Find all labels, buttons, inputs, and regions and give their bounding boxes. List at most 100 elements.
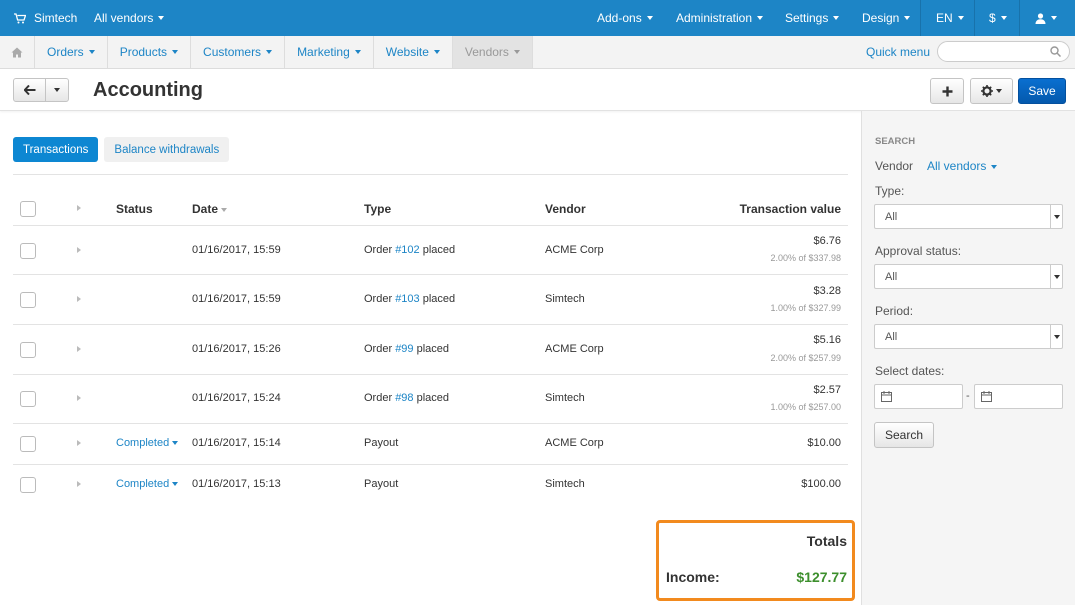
- menu-settings[interactable]: Settings: [785, 0, 840, 36]
- type-select[interactable]: All: [874, 204, 1063, 229]
- row-commission-detail: 2.00% of $257.99: [770, 353, 841, 363]
- search-button[interactable]: Search: [874, 422, 934, 448]
- status-dropdown[interactable]: Completed: [116, 478, 179, 490]
- divider: [13, 324, 848, 325]
- date-to-input[interactable]: [974, 384, 1063, 409]
- approval-status-select[interactable]: All: [874, 264, 1063, 289]
- column-header-date[interactable]: Date: [192, 202, 228, 216]
- chevron-down-icon: [172, 50, 179, 54]
- chevron-down-icon: [1000, 16, 1007, 20]
- nav-vendors[interactable]: Vendors: [452, 36, 533, 68]
- period-select[interactable]: All: [874, 324, 1063, 349]
- nav-orders[interactable]: Orders: [35, 36, 108, 68]
- divider: [13, 374, 848, 375]
- row-checkbox[interactable]: [20, 243, 36, 259]
- row-vendor: Simtech: [545, 392, 585, 404]
- tab-balance-withdrawals[interactable]: Balance withdrawals: [104, 137, 230, 162]
- expand-row-icon[interactable]: [77, 481, 81, 487]
- divider: [1019, 0, 1020, 36]
- chevron-down-icon: [991, 164, 998, 169]
- menu-language[interactable]: EN: [936, 0, 964, 36]
- vendor-selector-label: All vendors: [94, 11, 154, 25]
- nav-website[interactable]: Website: [374, 36, 453, 68]
- row-checkbox[interactable]: [20, 342, 36, 358]
- expand-row-icon[interactable]: [77, 395, 81, 401]
- status-dropdown[interactable]: Completed: [116, 437, 179, 449]
- row-value: $6.76: [813, 235, 841, 247]
- totals-title: Totals: [806, 533, 847, 549]
- divider: [13, 174, 848, 175]
- expand-row-icon[interactable]: [77, 296, 81, 302]
- column-header-date-label: Date: [192, 202, 219, 216]
- row-date: 01/16/2017, 15:59: [192, 293, 281, 305]
- top-bar: Simtech All vendors Add-ons Administrati…: [0, 0, 1075, 36]
- nav-marketing[interactable]: Marketing: [285, 36, 374, 68]
- menu-administration[interactable]: Administration: [676, 0, 764, 36]
- menu-addons[interactable]: Add-ons: [597, 0, 653, 36]
- row-date: 01/16/2017, 15:26: [192, 343, 281, 355]
- menu-currency[interactable]: $: [989, 0, 1007, 36]
- vendor-selector[interactable]: All vendors: [94, 0, 165, 36]
- row-value: $5.16: [813, 334, 841, 346]
- order-link[interactable]: #99: [395, 343, 413, 355]
- row-commission-detail: 1.00% of $257.00: [770, 402, 841, 412]
- home-icon: [11, 47, 23, 57]
- save-button[interactable]: Save: [1018, 78, 1066, 104]
- back-button[interactable]: [13, 78, 46, 102]
- main-nav: Orders Products Customers Marketing Webs…: [0, 36, 1075, 69]
- date-from-input[interactable]: [874, 384, 963, 409]
- row-vendor: ACME Corp: [545, 343, 604, 355]
- home-button[interactable]: [0, 36, 35, 68]
- row-checkbox[interactable]: [20, 391, 36, 407]
- row-checkbox[interactable]: [20, 477, 36, 493]
- row-vendor: Simtech: [545, 478, 585, 490]
- user-menu[interactable]: [1035, 0, 1057, 36]
- income-label: Income:: [666, 569, 720, 585]
- expand-row-icon[interactable]: [77, 247, 81, 253]
- row-type-suffix: placed: [413, 343, 450, 355]
- add-button[interactable]: [930, 78, 964, 104]
- column-header-status: Status: [116, 202, 153, 216]
- tab-transactions[interactable]: Transactions: [13, 137, 99, 162]
- gear-icon: [981, 85, 993, 97]
- chevron-down-icon: [172, 482, 179, 487]
- nav-marketing-label: Marketing: [297, 45, 350, 59]
- expand-row-icon[interactable]: [77, 440, 81, 446]
- arrow-left-icon: [23, 85, 35, 95]
- store-link[interactable]: Simtech: [14, 0, 77, 36]
- select-all-checkbox[interactable]: [20, 201, 36, 217]
- totals-panel: Totals Income: $127.77: [656, 520, 855, 601]
- search-input[interactable]: [937, 41, 1070, 62]
- expand-all-icon[interactable]: [77, 205, 81, 211]
- row-date: 01/16/2017, 15:24: [192, 392, 281, 404]
- row-type: Order #102 placed: [364, 244, 455, 256]
- row-vendor: Simtech: [545, 293, 585, 305]
- back-dropdown-button[interactable]: [45, 78, 69, 102]
- row-commission-detail: 1.00% of $327.99: [770, 303, 841, 313]
- divider: [13, 464, 848, 465]
- sidebar-heading: SEARCH: [875, 136, 916, 147]
- date-separator: -: [966, 390, 970, 402]
- chevron-down-icon: [513, 50, 520, 54]
- column-header-vendor: Vendor: [545, 202, 586, 216]
- expand-row-icon[interactable]: [77, 346, 81, 352]
- row-date: 01/16/2017, 15:59: [192, 244, 281, 256]
- row-type-prefix: Order: [364, 343, 396, 355]
- vendor-filter-dropdown[interactable]: All vendors: [927, 159, 998, 173]
- order-link[interactable]: #102: [395, 244, 419, 256]
- menu-administration-label: Administration: [676, 11, 753, 25]
- chevron-down-icon: [433, 50, 440, 54]
- row-checkbox[interactable]: [20, 436, 36, 452]
- page-header: Accounting Save: [0, 69, 1075, 111]
- chevron-down-icon: [646, 16, 653, 20]
- menu-addons-label: Add-ons: [597, 11, 642, 25]
- row-vendor: ACME Corp: [545, 244, 604, 256]
- nav-customers[interactable]: Customers: [191, 36, 286, 68]
- quick-menu-link[interactable]: Quick menu: [866, 45, 930, 59]
- settings-dropdown-button[interactable]: [970, 78, 1013, 104]
- menu-design[interactable]: Design: [862, 0, 911, 36]
- order-link[interactable]: #98: [395, 392, 413, 404]
- row-checkbox[interactable]: [20, 292, 36, 308]
- nav-products[interactable]: Products: [108, 36, 192, 68]
- order-link[interactable]: #103: [395, 293, 419, 305]
